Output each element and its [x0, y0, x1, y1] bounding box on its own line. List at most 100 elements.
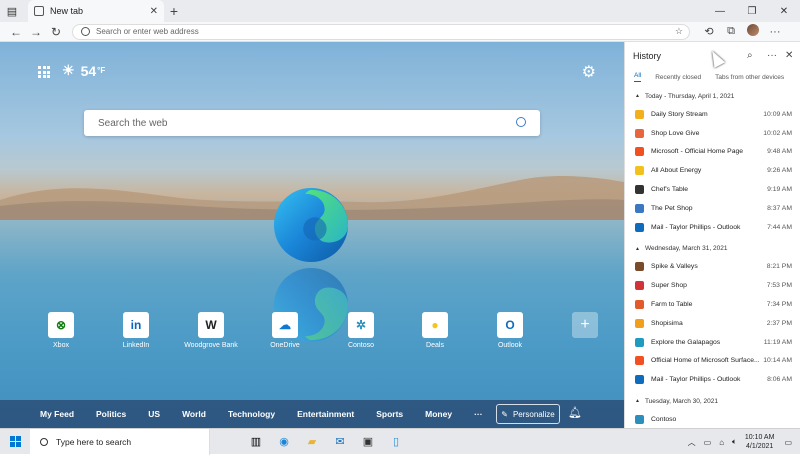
history-item[interactable]: Mail - Taylor Phillips - Outlook 8:06 AM — [625, 370, 800, 389]
close-pane-icon[interactable]: ✕ — [785, 50, 793, 61]
history-item[interactable]: Microsoft - Official Home Page 9:48 AM — [625, 143, 800, 162]
personalize-label: Personalize — [512, 409, 555, 419]
notifications-bell-icon[interactable]: 🔔︎ — [568, 406, 582, 419]
history-item[interactable]: Super Shop 7:53 PM — [625, 276, 800, 295]
notifications-icon[interactable]: ▭ — [784, 438, 792, 447]
quick-link-contoso[interactable]: ✲ Contoso — [330, 312, 392, 349]
history-item-time: 2:37 PM — [766, 319, 792, 327]
history-item-title: Farm to Table — [651, 301, 693, 309]
mail-app-icon[interactable]: ✉ — [326, 429, 354, 455]
address-bar[interactable]: Search or enter web address ☆ — [72, 23, 690, 40]
feed-tab-sports[interactable]: Sports — [376, 409, 403, 419]
apps-launcher-icon[interactable] — [38, 66, 50, 78]
settings-gear-icon[interactable]: ⚙ — [582, 62, 596, 82]
taskbar-search[interactable]: Type here to search — [30, 428, 210, 455]
feed-tab-money[interactable]: Money — [425, 409, 452, 419]
new-tab-button[interactable]: + — [164, 0, 184, 22]
feed-tab-politics[interactable]: Politics — [96, 409, 126, 419]
history-tab-other-devices[interactable]: Tabs from other devices — [715, 74, 784, 81]
quick-link-woodgrove-bank[interactable]: W Woodgrove Bank — [180, 312, 242, 349]
quick-link-onedrive[interactable]: ☁ OneDrive — [254, 312, 316, 349]
refresh-icon[interactable]: ↻ — [46, 25, 66, 39]
history-item[interactable]: All About Energy 9:26 AM — [625, 161, 800, 180]
history-tab-recently-closed[interactable]: Recently closed — [655, 74, 701, 81]
feed-tab-entertainment[interactable]: Entertainment — [297, 409, 354, 419]
store-app-icon[interactable]: ▣ — [354, 429, 382, 455]
back-icon[interactable]: ← — [6, 25, 26, 39]
history-group-header[interactable]: ▲ Wednesday, March 31, 2021 — [625, 240, 800, 258]
collapse-triangle-icon: ▲ — [635, 93, 640, 99]
quick-link-linkedin[interactable]: in LinkedIn — [105, 312, 167, 349]
restore-icon[interactable]: ❐ — [736, 0, 768, 22]
feed-tab-us[interactable]: US — [148, 409, 160, 419]
history-item[interactable]: Shop Love Give 10:02 AM — [625, 124, 800, 143]
site-favicon-icon — [635, 375, 644, 385]
history-item[interactable]: Chef's Table 9:19 AM — [625, 180, 800, 199]
quick-link-outlook[interactable]: O Outlook — [479, 312, 541, 349]
history-item-time: 9:19 AM — [767, 186, 792, 194]
windows-logo-icon — [9, 436, 21, 447]
history-item-time: 8:21 PM — [766, 263, 792, 271]
close-tab-icon[interactable]: ✕ — [150, 6, 158, 17]
history-item-time: 7:53 PM — [766, 282, 792, 290]
start-button[interactable] — [0, 436, 30, 447]
history-item[interactable]: Farm to Table 7:34 PM — [625, 295, 800, 314]
add-quick-link-button[interactable]: + — [554, 312, 616, 342]
feed-tab-my-feed[interactable]: My Feed — [40, 409, 74, 419]
close-window-icon[interactable]: ✕ — [768, 0, 800, 22]
news-feed-bar: My Feed Politics US World Technology Ent… — [0, 400, 624, 428]
phone-app-icon[interactable]: ▯ — [382, 429, 410, 455]
history-group-header[interactable]: ▲ Today - Thursday, April 1, 2021 — [625, 87, 800, 105]
edge-app-icon[interactable]: ◉ — [270, 429, 298, 455]
quick-link-label: Xbox — [53, 342, 69, 349]
search-history-icon[interactable]: ⌕ — [747, 50, 753, 61]
task-view-icon[interactable]: ▥ — [242, 429, 270, 455]
history-tab-all[interactable]: All — [634, 72, 642, 82]
feed-more-button[interactable]: ··· — [474, 409, 483, 419]
tab-actions-icon[interactable]: ▤ — [0, 0, 24, 22]
quick-link-xbox[interactable]: ⊗ Xbox — [30, 312, 92, 349]
web-search-box[interactable]: Search the web — [84, 110, 540, 136]
battery-icon[interactable]: ▭ — [704, 438, 712, 447]
site-favicon-icon — [635, 262, 644, 272]
tab-title: New tab — [50, 6, 84, 16]
clock[interactable]: 10:10 AM 4/1/2021 — [745, 433, 775, 451]
forward-icon[interactable]: → — [26, 25, 46, 39]
network-icon[interactable]: ⌂ — [719, 438, 724, 447]
quick-link-deals[interactable]: ● Deals — [404, 312, 466, 349]
history-item[interactable]: Shopisima 2:37 PM — [625, 314, 800, 333]
collapse-triangle-icon: ▲ — [635, 245, 640, 252]
history-item[interactable]: The Pet Shop 8:37 AM — [625, 199, 800, 218]
history-icon[interactable]: ⟲ — [698, 25, 720, 38]
add-favorite-icon[interactable]: ☆ — [675, 26, 683, 37]
history-item[interactable]: Explore the Galapagos 11:19 AM — [625, 333, 800, 352]
search-icon[interactable] — [516, 117, 526, 127]
contoso-icon: ✲ — [348, 312, 374, 338]
feed-tab-technology[interactable]: Technology — [228, 409, 275, 419]
personalize-button[interactable]: ✎ Personalize — [496, 404, 560, 424]
quick-link-label: Deals — [426, 342, 444, 349]
history-item-title: Chef's Table — [651, 186, 689, 194]
history-item[interactable]: Spike & Valleys 8:21 PM — [625, 258, 800, 277]
volume-icon[interactable]: 🔈︎ — [732, 437, 737, 447]
profile-button[interactable] — [742, 24, 764, 39]
history-item[interactable]: Official Home of Microsoft Surface... 10:… — [625, 352, 800, 371]
history-item[interactable]: Mail - Taylor Phillips - Outlook 7:44 AM — [625, 218, 800, 237]
weather-widget[interactable]: ☀ 54 °F — [62, 62, 105, 79]
history-item[interactable]: Contoso — [625, 410, 800, 428]
chevron-up-icon[interactable]: ︿ — [688, 437, 696, 448]
more-options-icon[interactable]: ··· — [767, 50, 777, 61]
history-item[interactable]: Daily Story Stream 10:09 AM — [625, 105, 800, 124]
feed-tab-world[interactable]: World — [182, 409, 206, 419]
history-item-title: Microsoft - Official Home Page — [651, 148, 744, 156]
file-explorer-icon[interactable]: ▰ — [298, 429, 326, 455]
minimize-icon[interactable]: — — [704, 0, 736, 22]
more-options-icon[interactable]: ··· — [764, 26, 786, 38]
history-item-time: 10:14 AM — [763, 357, 792, 365]
woodgrove-bank-icon: W — [198, 312, 224, 338]
tab-new-tab[interactable]: New tab ✕ — [28, 0, 164, 22]
linkedin-icon: in — [123, 312, 149, 338]
history-group-header[interactable]: ▲ Tuesday, March 30, 2021 — [625, 392, 800, 410]
collections-icon[interactable]: ⧉ — [720, 25, 742, 38]
history-item-title: Mail - Taylor Phillips - Outlook — [651, 376, 741, 384]
